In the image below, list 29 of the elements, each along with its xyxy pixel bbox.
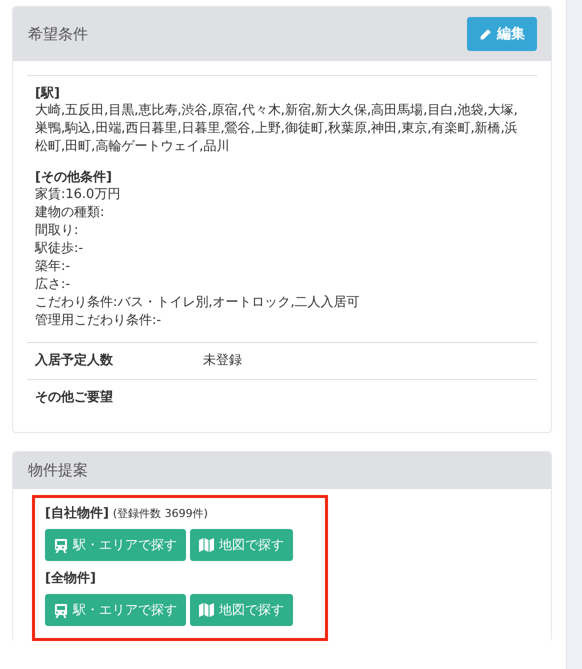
station-list: 大崎,五反田,目黒,恵比寿,渋谷,原宿,代々木,新宿,新大久保,高田馬場,目白,池袋,大塚,巣鴨,駒込,田端,西日暮里,日暮里,鶯谷,上野,御徒町,秋葉原,神田,東京,有楽町,新橋,浜松町,田町,高輪ゲートウェイ,品川 bbox=[35, 102, 529, 156]
train-icon bbox=[54, 538, 68, 552]
group-heading: [自社物件] bbox=[45, 505, 109, 522]
condition-line: 管理用こだわり条件:- bbox=[35, 312, 162, 330]
panel-title: 物件提案 bbox=[28, 461, 88, 480]
group-heading: [全物件] bbox=[45, 570, 96, 587]
map-icon bbox=[199, 603, 214, 617]
row-value: 未登録 bbox=[203, 352, 242, 369]
condition-line: 間取り: bbox=[35, 222, 80, 240]
condition-line: こだわり条件:バス・トイレ別,オートロック,二人入居可 bbox=[35, 294, 361, 312]
search-button[interactable]: 駅・エリアで探す bbox=[45, 529, 186, 561]
row-label: その他ご要望 bbox=[35, 388, 114, 406]
search-button[interactable]: 駅・エリアで探す bbox=[45, 594, 186, 626]
search-button[interactable]: 地図で探す bbox=[190, 529, 293, 561]
pencil-icon bbox=[479, 28, 492, 40]
search-button[interactable]: 地図で探す bbox=[190, 594, 293, 626]
section-heading: [駅] bbox=[35, 85, 61, 102]
count-note: (登録件数 3699件) bbox=[112, 506, 208, 521]
map-icon bbox=[199, 538, 214, 552]
condition-line: 築年:- bbox=[35, 258, 72, 276]
edit-button[interactable]: 編集 bbox=[467, 17, 537, 51]
condition-line: 駅徒歩:- bbox=[35, 240, 84, 258]
train-icon bbox=[54, 602, 68, 618]
row-label: 入居予定人数 bbox=[35, 352, 114, 369]
panel-title: 希望条件 bbox=[28, 24, 88, 44]
condition-line: 広さ:- bbox=[35, 276, 72, 294]
condition-line: 建物の種類: bbox=[35, 204, 106, 222]
condition-line: 家賃:16.0万円 bbox=[35, 186, 122, 204]
section-heading: [その他条件] bbox=[35, 169, 113, 186]
